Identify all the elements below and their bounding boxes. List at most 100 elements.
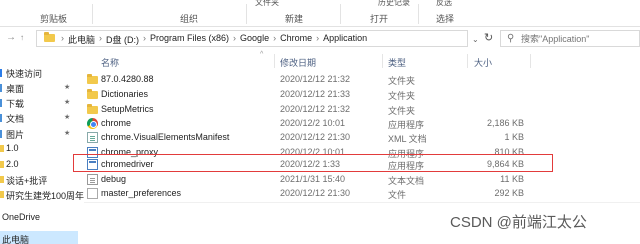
chevron-right-icon[interactable]: ›: [99, 33, 102, 46]
file-date: 2020/12/12 21:32: [280, 74, 351, 84]
file-row[interactable]: chrome.VisualElementsManifest 2020/12/12…: [84, 130, 640, 145]
file-date: 2020/12/12 21:30: [280, 132, 351, 142]
highlight-box: [73, 154, 553, 172]
ribbon-invert-label[interactable]: 反选: [436, 0, 452, 8]
list-divider: [84, 202, 640, 203]
breadcrumb-item[interactable]: Application: [323, 33, 367, 46]
chevron-right-icon[interactable]: ›: [273, 33, 276, 46]
file-row[interactable]: chrome 2020/12/2 10:01 应用程序 2,186 KB: [84, 116, 640, 131]
nav-label: 桌面: [6, 84, 25, 94]
folder-icon: [0, 161, 4, 168]
address-bar-row: → ↑ › 此电脑 › D盘 (D:) › Program Files (x86…: [0, 27, 640, 49]
folder-icon: [87, 89, 98, 99]
nav-label: OneDrive: [2, 212, 41, 222]
breadcrumb: › 此电脑 › D盘 (D:) › Program Files (x86) › …: [61, 33, 367, 46]
nav-item-folder[interactable]: 1.0: [0, 141, 78, 157]
watermark: CSDN @前端江太公: [450, 214, 587, 231]
folder-icon: [87, 74, 98, 84]
nav-item-folder[interactable]: 研究生建党100周年: [0, 187, 84, 203]
back-arrow-icon[interactable]: →: [6, 32, 16, 43]
file-date: 2020/12/2 10:01: [280, 118, 346, 128]
file-type: 文件: [388, 190, 407, 200]
column-divider[interactable]: [530, 54, 531, 68]
file-name: debug: [101, 174, 127, 184]
refresh-icon[interactable]: ↻: [484, 31, 493, 44]
file-size: 2,186 KB: [486, 118, 524, 128]
ribbon-group-clipboard: 剪贴板: [40, 14, 68, 24]
nav-item-downloads[interactable]: 下载 ★: [0, 95, 78, 111]
breadcrumb-item[interactable]: D盘 (D:): [106, 33, 139, 46]
nav-item-desktop[interactable]: 桌面 ★: [0, 80, 78, 96]
nav-item-onedrive[interactable]: OneDrive: [0, 210, 78, 226]
pin-icon: ★: [64, 84, 71, 91]
file-row[interactable]: 87.0.4280.88 2020/12/12 21:32 文件夹: [84, 72, 640, 87]
file-row[interactable]: SetupMetrics 2020/12/12 21:32 文件夹: [84, 102, 640, 117]
column-divider[interactable]: [382, 54, 383, 68]
column-header: ^ 名称 修改日期 类型 大小: [84, 51, 640, 69]
file-row[interactable]: debug 2021/1/31 15:40 文本文档 11 KB: [84, 172, 640, 187]
chevron-right-icon[interactable]: ›: [233, 33, 236, 46]
file-size: 292 KB: [494, 188, 524, 198]
column-divider[interactable]: [467, 54, 468, 68]
document-icon: [0, 114, 2, 122]
nav-item-folder[interactable]: 谈话+批评: [0, 172, 78, 188]
nav-label: 1.0: [6, 143, 19, 153]
column-name[interactable]: 名称: [101, 56, 119, 69]
file-type: XML 文档: [388, 134, 427, 144]
ribbon-group-new: 新建: [285, 14, 304, 24]
nav-label: 谈话+批评: [6, 176, 48, 186]
nav-item-folder[interactable]: 2.0: [0, 157, 78, 173]
ribbon-group-select: 选择: [436, 14, 455, 24]
ribbon-folder-label: 文件夹: [255, 0, 279, 7]
search-icon: ⚲: [507, 33, 515, 44]
file-icon: [87, 188, 98, 199]
file-row[interactable]: master_preferences 2020/12/12 21:30 文件 2…: [84, 186, 640, 201]
address-dropdown-icon[interactable]: ⌄: [472, 35, 479, 44]
folder-icon: [44, 32, 55, 42]
nav-item-this-pc[interactable]: 此电脑: [0, 231, 78, 244]
pin-icon: ★: [64, 130, 71, 137]
breadcrumb-item[interactable]: 此电脑: [68, 33, 95, 46]
ribbon-group-organize: 组织: [180, 14, 199, 24]
breadcrumb-item[interactable]: Google: [240, 33, 269, 46]
folder-icon: [0, 191, 4, 198]
column-date[interactable]: 修改日期: [280, 56, 316, 69]
nav-label: 此电脑: [2, 235, 30, 244]
search-box[interactable]: ⚲: [500, 30, 640, 47]
folder-icon: [0, 145, 4, 152]
breadcrumb-item[interactable]: Program Files (x86): [150, 33, 229, 46]
file-date: 2020/12/12 21:30: [280, 188, 351, 198]
nav-label: 快速访问: [6, 69, 43, 79]
column-size[interactable]: 大小: [474, 56, 492, 69]
navigation-pane: 快速访问 桌面 ★ 下载 ★ 文档 ★ 图片 ★ 1.0 2.0 谈话+批评 研…: [0, 55, 84, 244]
search-input[interactable]: [521, 32, 637, 45]
nav-item-documents[interactable]: 文档 ★: [0, 110, 78, 126]
nav-item-quick-access[interactable]: 快速访问: [0, 65, 78, 81]
nav-label: 2.0: [6, 159, 19, 169]
breadcrumb-item[interactable]: Chrome: [280, 33, 312, 46]
chevron-right-icon: ›: [61, 33, 64, 43]
file-date: 2020/12/12 21:32: [280, 104, 351, 114]
file-name: master_preferences: [101, 188, 182, 198]
file-name: chrome: [101, 118, 132, 128]
chevron-right-icon[interactable]: ›: [316, 33, 319, 46]
up-arrow-icon[interactable]: ↑: [20, 33, 24, 42]
star-icon: [0, 69, 2, 77]
address-box[interactable]: › 此电脑 › D盘 (D:) › Program Files (x86) › …: [36, 30, 468, 47]
xml-file-icon: [87, 132, 98, 143]
column-type[interactable]: 类型: [388, 56, 406, 69]
file-date: 2020/12/12 21:33: [280, 89, 351, 99]
download-icon: [0, 99, 2, 107]
column-divider[interactable]: [274, 54, 275, 68]
ribbon-history-label[interactable]: 历史记录: [378, 0, 410, 8]
file-name: SetupMetrics: [101, 104, 154, 114]
file-row[interactable]: Dictionaries 2020/12/12 21:33 文件夹: [84, 87, 640, 102]
ribbon-group-open: 打开: [370, 14, 389, 24]
ribbon-divider: [340, 4, 341, 24]
ribbon-divider: [92, 4, 93, 24]
nav-item-pictures[interactable]: 图片 ★: [0, 126, 78, 142]
chevron-right-icon[interactable]: ›: [143, 33, 146, 46]
ribbon-divider: [246, 4, 247, 24]
sort-up-icon: ^: [260, 51, 264, 58]
picture-icon: [0, 130, 2, 138]
